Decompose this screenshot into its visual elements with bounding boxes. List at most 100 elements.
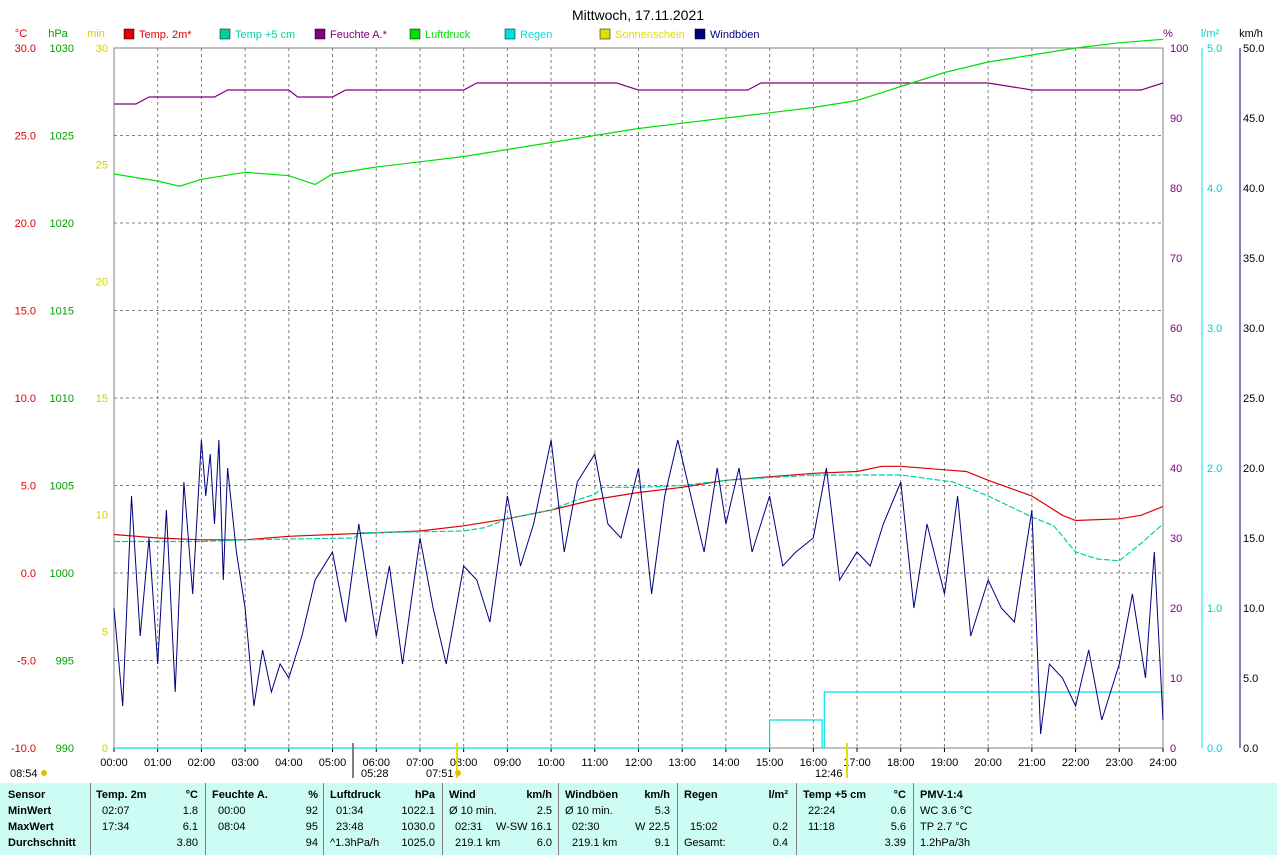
weather-chart: Mittwoch, 17.11.2021 Temp. 2m* Temp +5 cm… bbox=[0, 0, 1277, 783]
wind-tick-label: 35.0 bbox=[1243, 253, 1264, 265]
humidity-tick-label: 50 bbox=[1170, 393, 1182, 405]
avg-rain-value: 0.4 bbox=[772, 837, 788, 849]
header-temp2m-unit: °C bbox=[185, 789, 198, 801]
sunshine-tick-label: 0 bbox=[102, 743, 108, 755]
time-tick-label: 00:00 bbox=[100, 757, 128, 769]
rain-tick-label: 4.0 bbox=[1207, 183, 1222, 195]
pressure-tick-label: 995 bbox=[56, 656, 74, 668]
legend-swatch bbox=[219, 28, 231, 40]
header-pmv: PMV-1:4 bbox=[920, 789, 963, 801]
time-tick-label: 08:00 bbox=[450, 757, 478, 769]
wind-tick-label: 30.0 bbox=[1243, 323, 1264, 335]
wind-tick-label: 0.0 bbox=[1243, 743, 1258, 755]
legend-swatch bbox=[123, 28, 135, 40]
time-tick-label: 05:00 bbox=[319, 757, 347, 769]
time-tick-label: 10:00 bbox=[537, 757, 565, 769]
legend-label: Regen bbox=[520, 29, 552, 41]
max-rain-time: 15:02 bbox=[690, 821, 718, 833]
wind-tick-label: 45.0 bbox=[1243, 113, 1264, 125]
temp-tick-label: 0.0 bbox=[21, 568, 36, 580]
temp-tick-label: -10.0 bbox=[11, 743, 36, 755]
moonrise-time: 05:28 bbox=[361, 768, 389, 780]
time-tick-label: 02:00 bbox=[188, 757, 216, 769]
max-temp-time: 17:34 bbox=[102, 821, 130, 833]
humidity-unit-label: % bbox=[1163, 28, 1173, 40]
temp-tick-label: 20.0 bbox=[15, 218, 36, 230]
min-gust-value: 5.3 bbox=[654, 805, 670, 817]
wind-unit-label: km/h bbox=[1239, 28, 1263, 40]
legend-label: Windböen bbox=[710, 29, 760, 41]
time-tick-label: 24:00 bbox=[1149, 757, 1177, 769]
time-tick-label: 23:00 bbox=[1106, 757, 1134, 769]
sun-icon bbox=[455, 770, 461, 776]
min-wind-label: Ø 10 min. bbox=[449, 805, 497, 817]
time-tick-label: 19:00 bbox=[931, 757, 959, 769]
sunshine-tick-label: 5 bbox=[102, 626, 108, 638]
header-rain: Regen bbox=[684, 789, 718, 801]
pressure-tick-label: 1005 bbox=[50, 481, 74, 493]
header-pressure: Luftdruck bbox=[330, 789, 381, 801]
humidity-tick-label: 20 bbox=[1170, 603, 1182, 615]
time-tick-label: 20:00 bbox=[974, 757, 1002, 769]
header-wind-unit: km/h bbox=[526, 789, 552, 801]
temp-unit-label: °C bbox=[15, 28, 27, 40]
legend-swatch bbox=[409, 28, 421, 40]
avg-gust-distance: 219.1 km bbox=[572, 837, 618, 849]
moon-icon bbox=[41, 770, 47, 776]
rain-tick-label: 5.0 bbox=[1207, 43, 1222, 55]
rain-tick-label: 0.0 bbox=[1207, 743, 1222, 755]
rain-tick-label: 1.0 bbox=[1207, 603, 1222, 615]
max-humidity-value: 95 bbox=[305, 821, 318, 833]
wind-tick-label: 20.0 bbox=[1243, 463, 1264, 475]
max-pressure-time: 23:48 bbox=[336, 821, 364, 833]
wind-tick-label: 15.0 bbox=[1243, 533, 1264, 545]
min-pmv: WC 3.6 °C bbox=[920, 805, 973, 817]
header-temp2m: Temp. 2m bbox=[96, 789, 147, 801]
time-tick-label: 11:00 bbox=[581, 757, 608, 769]
temp-tick-label: -5.0 bbox=[17, 656, 36, 668]
legend-label: Feuchte A.* bbox=[330, 29, 388, 41]
wind-tick-label: 40.0 bbox=[1243, 183, 1264, 195]
wind-tick-label: 50.0 bbox=[1243, 43, 1264, 55]
temp-tick-label: 25.0 bbox=[15, 131, 36, 143]
header-humidity: Feuchte A. bbox=[212, 789, 268, 801]
stats-max-row: MaxWert 17:34 6.1 08:04 95 23:48 1030.0 … bbox=[0, 821, 1277, 837]
statistics-table: Sensor Temp. 2m °C Feuchte A. % Luftdruc… bbox=[0, 783, 1277, 855]
min-label: MinWert bbox=[8, 805, 52, 817]
min-temp5-time: 22:24 bbox=[808, 805, 836, 817]
max-gust-value: 22.5 bbox=[648, 821, 670, 833]
time-tick-label: 18:00 bbox=[887, 757, 915, 769]
header-sensor: Sensor bbox=[8, 789, 46, 801]
min-temp-time: 02:07 bbox=[102, 805, 130, 817]
humidity-tick-label: 90 bbox=[1170, 113, 1182, 125]
header-wind: Wind bbox=[449, 789, 476, 801]
header-gust: Windböen bbox=[565, 789, 619, 801]
time-tick-label: 01:00 bbox=[144, 757, 172, 769]
rain-tick-label: 3.0 bbox=[1207, 323, 1222, 335]
humidity-tick-label: 40 bbox=[1170, 463, 1182, 475]
time-tick-label: 04:00 bbox=[275, 757, 303, 769]
humidity-tick-label: 70 bbox=[1170, 253, 1182, 265]
legend-swatch bbox=[599, 28, 611, 40]
max-wind-time: 02:31 bbox=[455, 821, 483, 833]
avg-gust-value: 9.1 bbox=[654, 837, 670, 849]
min-pressure-time: 01:34 bbox=[336, 805, 364, 817]
min-pressure-value: 1022.1 bbox=[401, 805, 435, 817]
temp-tick-label: 30.0 bbox=[15, 43, 36, 55]
pressure-tick-label: 1010 bbox=[50, 393, 74, 405]
humidity-tick-label: 30 bbox=[1170, 533, 1182, 545]
time-tick-label: 03:00 bbox=[231, 757, 259, 769]
max-gust-time: 02:30 bbox=[572, 821, 600, 833]
chart-title: Mittwoch, 17.11.2021 bbox=[572, 7, 704, 23]
sunshine-tick-label: 15 bbox=[96, 393, 108, 405]
stats-avg-row: Durchschnitt 3.80 94 ^1.3hPa/h 1025.0 21… bbox=[0, 837, 1277, 853]
stats-header-row: Sensor Temp. 2m °C Feuchte A. % Luftdruc… bbox=[0, 789, 1277, 805]
time-tick-label: 13:00 bbox=[668, 757, 696, 769]
temp-tick-label: 10.0 bbox=[15, 393, 36, 405]
time-tick-label: 12:00 bbox=[625, 757, 653, 769]
sunshine-tick-label: 10 bbox=[96, 510, 108, 522]
sunshine-unit-label: min bbox=[87, 28, 105, 40]
max-label: MaxWert bbox=[8, 821, 54, 833]
rain-unit-label: l/m² bbox=[1201, 28, 1220, 40]
avg-pressure-value: 1025.0 bbox=[401, 837, 435, 849]
